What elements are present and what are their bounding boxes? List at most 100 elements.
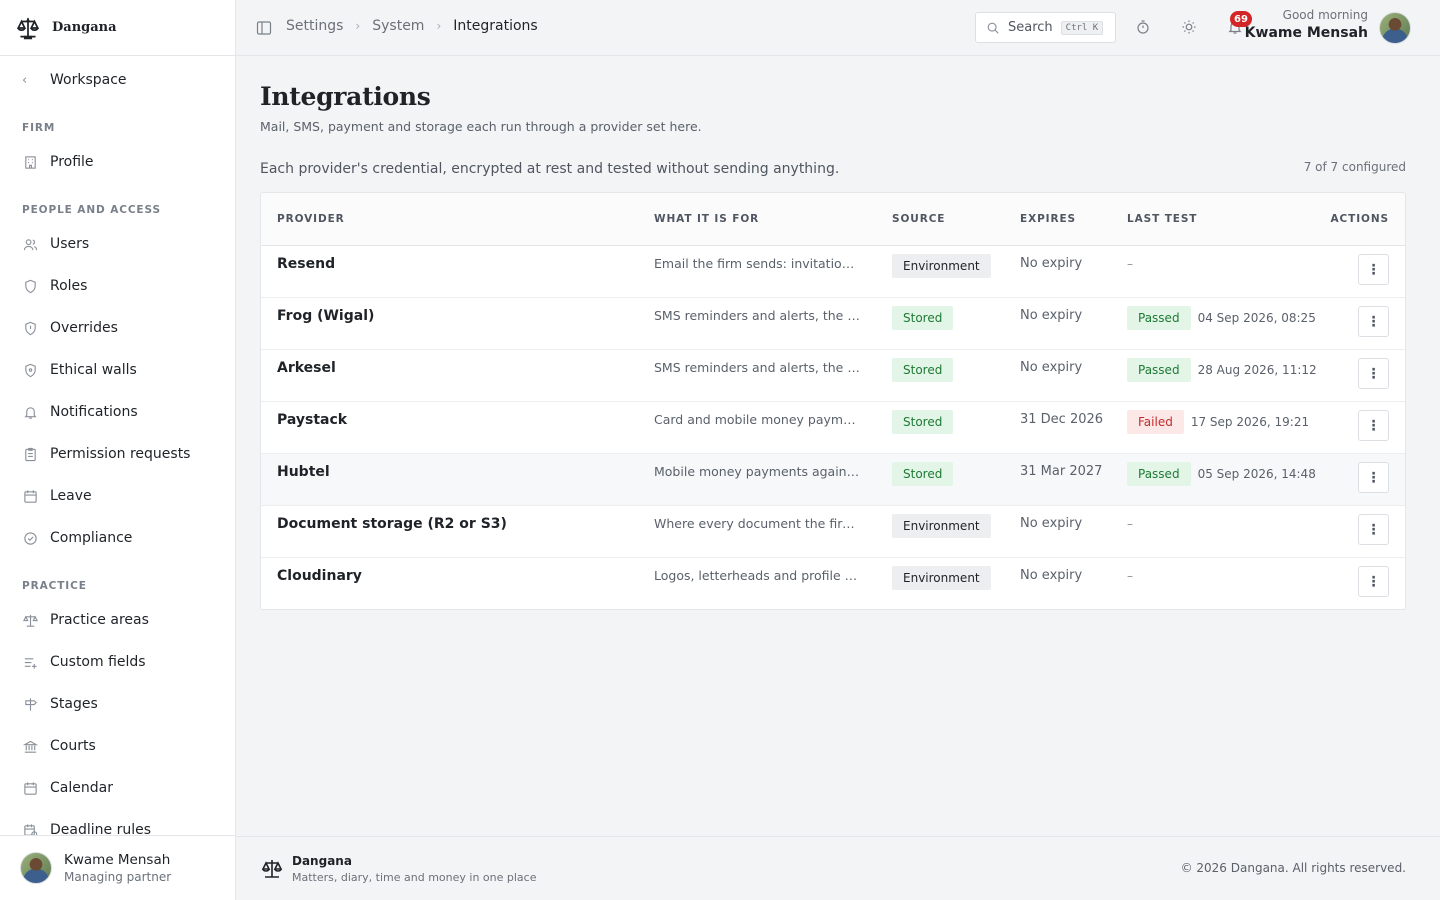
sidebar-item-label: Profile: [50, 154, 94, 170]
expires-value: No expiry: [1020, 256, 1083, 271]
expires-value: No expiry: [1020, 360, 1083, 375]
sidebar-item-ethical-walls[interactable]: Ethical walls: [22, 358, 137, 382]
scales-logo-icon: [14, 14, 42, 42]
table-row: Resend Email the firm sends: invitations……: [261, 246, 1405, 298]
greeting-text: Good morning: [1282, 8, 1368, 22]
calendar-icon: [22, 488, 38, 504]
row-actions-kebab-icon[interactable]: ⋮: [1358, 254, 1389, 285]
row-actions-kebab-icon[interactable]: ⋮: [1358, 514, 1389, 545]
footer-brand-name: Dangana: [292, 854, 352, 868]
row-actions-kebab-icon[interactable]: ⋮: [1358, 462, 1389, 493]
sidebar-item-label: Roles: [50, 278, 88, 294]
search-label: Search: [1008, 20, 1053, 35]
source-cell: Environment: [892, 566, 991, 590]
source-badge: Stored: [892, 462, 954, 486]
test-status-badge: Passed: [1127, 306, 1191, 330]
provider-purpose: SMS reminders and alerts, the fi…: [654, 308, 862, 323]
provider-name: Resend: [277, 256, 336, 272]
sidebar-item-label: Permission requests: [50, 446, 191, 462]
brand[interactable]: Dangana: [0, 0, 235, 56]
sidebar-item-notifications[interactable]: Notifications: [22, 400, 138, 424]
row-actions-kebab-icon[interactable]: ⋮: [1358, 358, 1389, 389]
last-test-cell: Passed 28 Aug 2026, 11:12: [1127, 358, 1317, 382]
provider-purpose: Where every document the firm…: [654, 516, 862, 531]
breadcrumb-system[interactable]: System: [372, 18, 424, 34]
sidebar-item-permission-requests[interactable]: Permission requests: [22, 442, 190, 466]
column-header-source: SOURCE: [892, 213, 946, 225]
scales-logo-icon: [260, 857, 284, 881]
shield-lock-icon: [22, 362, 38, 378]
source-cell: Stored: [892, 306, 954, 330]
sidebar-item-label: Notifications: [50, 404, 138, 420]
sidebar-item-custom-fields[interactable]: Custom fields: [22, 650, 146, 674]
sidebar-item-compliance[interactable]: Compliance: [22, 526, 132, 550]
sidebar-item-leave[interactable]: Leave: [22, 484, 92, 508]
sidebar-user-name: Kwame Mensah: [64, 852, 171, 868]
search-icon: [986, 21, 1000, 35]
sidebar-item-practice-areas[interactable]: Practice areas: [22, 608, 149, 632]
sidebar-item-overrides[interactable]: Overrides: [22, 316, 118, 340]
search-button[interactable]: Search Ctrl K: [975, 12, 1116, 43]
theme-toggle-sun-icon[interactable]: [1181, 19, 1197, 35]
clipboard-icon: [22, 446, 38, 462]
sidebar-item-calendar[interactable]: Calendar: [22, 776, 113, 800]
provider-purpose: Card and mobile money payme…: [654, 412, 862, 427]
signpost-icon: [22, 696, 38, 712]
sidebar-item-label: Calendar: [50, 780, 113, 796]
source-cell: Environment: [892, 514, 991, 538]
last-test-cell: –: [1127, 566, 1133, 583]
building-icon: [22, 154, 38, 170]
sidebar-user-card[interactable]: Kwame Mensah Managing partner: [0, 835, 235, 900]
table-body: Resend Email the firm sends: invitations……: [261, 246, 1405, 609]
sidebar-item-label: Ethical walls: [50, 362, 137, 378]
expires-value: 31 Mar 2027: [1020, 464, 1103, 479]
row-actions-kebab-icon[interactable]: ⋮: [1358, 410, 1389, 441]
bell-icon: [22, 404, 38, 420]
landmark-icon: [22, 738, 38, 754]
sidebar-user-role: Managing partner: [64, 870, 172, 884]
source-cell: Stored: [892, 462, 954, 486]
sidebar-item-roles[interactable]: Roles: [22, 274, 87, 298]
source-cell: Environment: [892, 254, 991, 278]
sidebar-toggle-icon[interactable]: [256, 20, 272, 36]
row-actions-kebab-icon[interactable]: ⋮: [1358, 566, 1389, 597]
column-header-expires: EXPIRES: [1020, 213, 1076, 225]
user-menu-avatar[interactable]: [1379, 12, 1411, 44]
shield-alert-icon: [22, 320, 38, 336]
sidebar-item-users[interactable]: Users: [22, 232, 89, 256]
sidebar-item-label: Leave: [50, 488, 92, 504]
provider-name: Frog (Wigal): [277, 308, 375, 324]
sidebar-item-profile[interactable]: Profile: [22, 150, 94, 174]
users-icon: [22, 236, 38, 252]
test-time: –: [1127, 569, 1133, 583]
provider-purpose: SMS reminders and alerts, the s…: [654, 360, 862, 375]
test-time: –: [1127, 517, 1133, 531]
sidebar-item-label: Custom fields: [50, 654, 146, 670]
last-test-cell: Passed 05 Sep 2026, 14:48: [1127, 462, 1316, 486]
sidebar-item-label: Stages: [50, 696, 98, 712]
last-test-cell: Passed 04 Sep 2026, 08:25: [1127, 306, 1316, 330]
breadcrumb: Settings › System › Integrations: [286, 18, 538, 34]
table-row: Document storage (R2 or S3) Where every d…: [261, 506, 1405, 558]
chevron-right-icon: ›: [436, 19, 442, 33]
shield-icon: [22, 278, 38, 294]
table-row: Frog (Wigal) SMS reminders and alerts, th…: [261, 298, 1405, 350]
column-header-actions: ACTIONS: [1330, 213, 1389, 225]
breadcrumb-settings[interactable]: Settings: [286, 18, 343, 34]
provider-name: Paystack: [277, 412, 348, 428]
list-plus-icon: [22, 654, 38, 670]
source-badge: Stored: [892, 358, 954, 382]
check-circle-icon: [22, 530, 38, 546]
back-to-workspace-link[interactable]: ‹ Workspace: [22, 68, 127, 92]
timer-icon[interactable]: [1135, 19, 1151, 35]
last-test-cell: –: [1127, 254, 1133, 271]
row-actions-kebab-icon[interactable]: ⋮: [1358, 306, 1389, 337]
sidebar-item-stages[interactable]: Stages: [22, 692, 98, 716]
integrations-table: PROVIDER WHAT IT IS FOR SOURCE EXPIRES L…: [260, 192, 1406, 610]
calendar-icon: [22, 780, 38, 796]
provider-name: Hubtel: [277, 464, 330, 480]
sidebar-item-courts[interactable]: Courts: [22, 734, 96, 758]
expires-value: No expiry: [1020, 568, 1083, 583]
nav-section-practice: PRACTICE: [22, 580, 87, 592]
section-description: Each provider's credential, encrypted at…: [260, 161, 840, 177]
